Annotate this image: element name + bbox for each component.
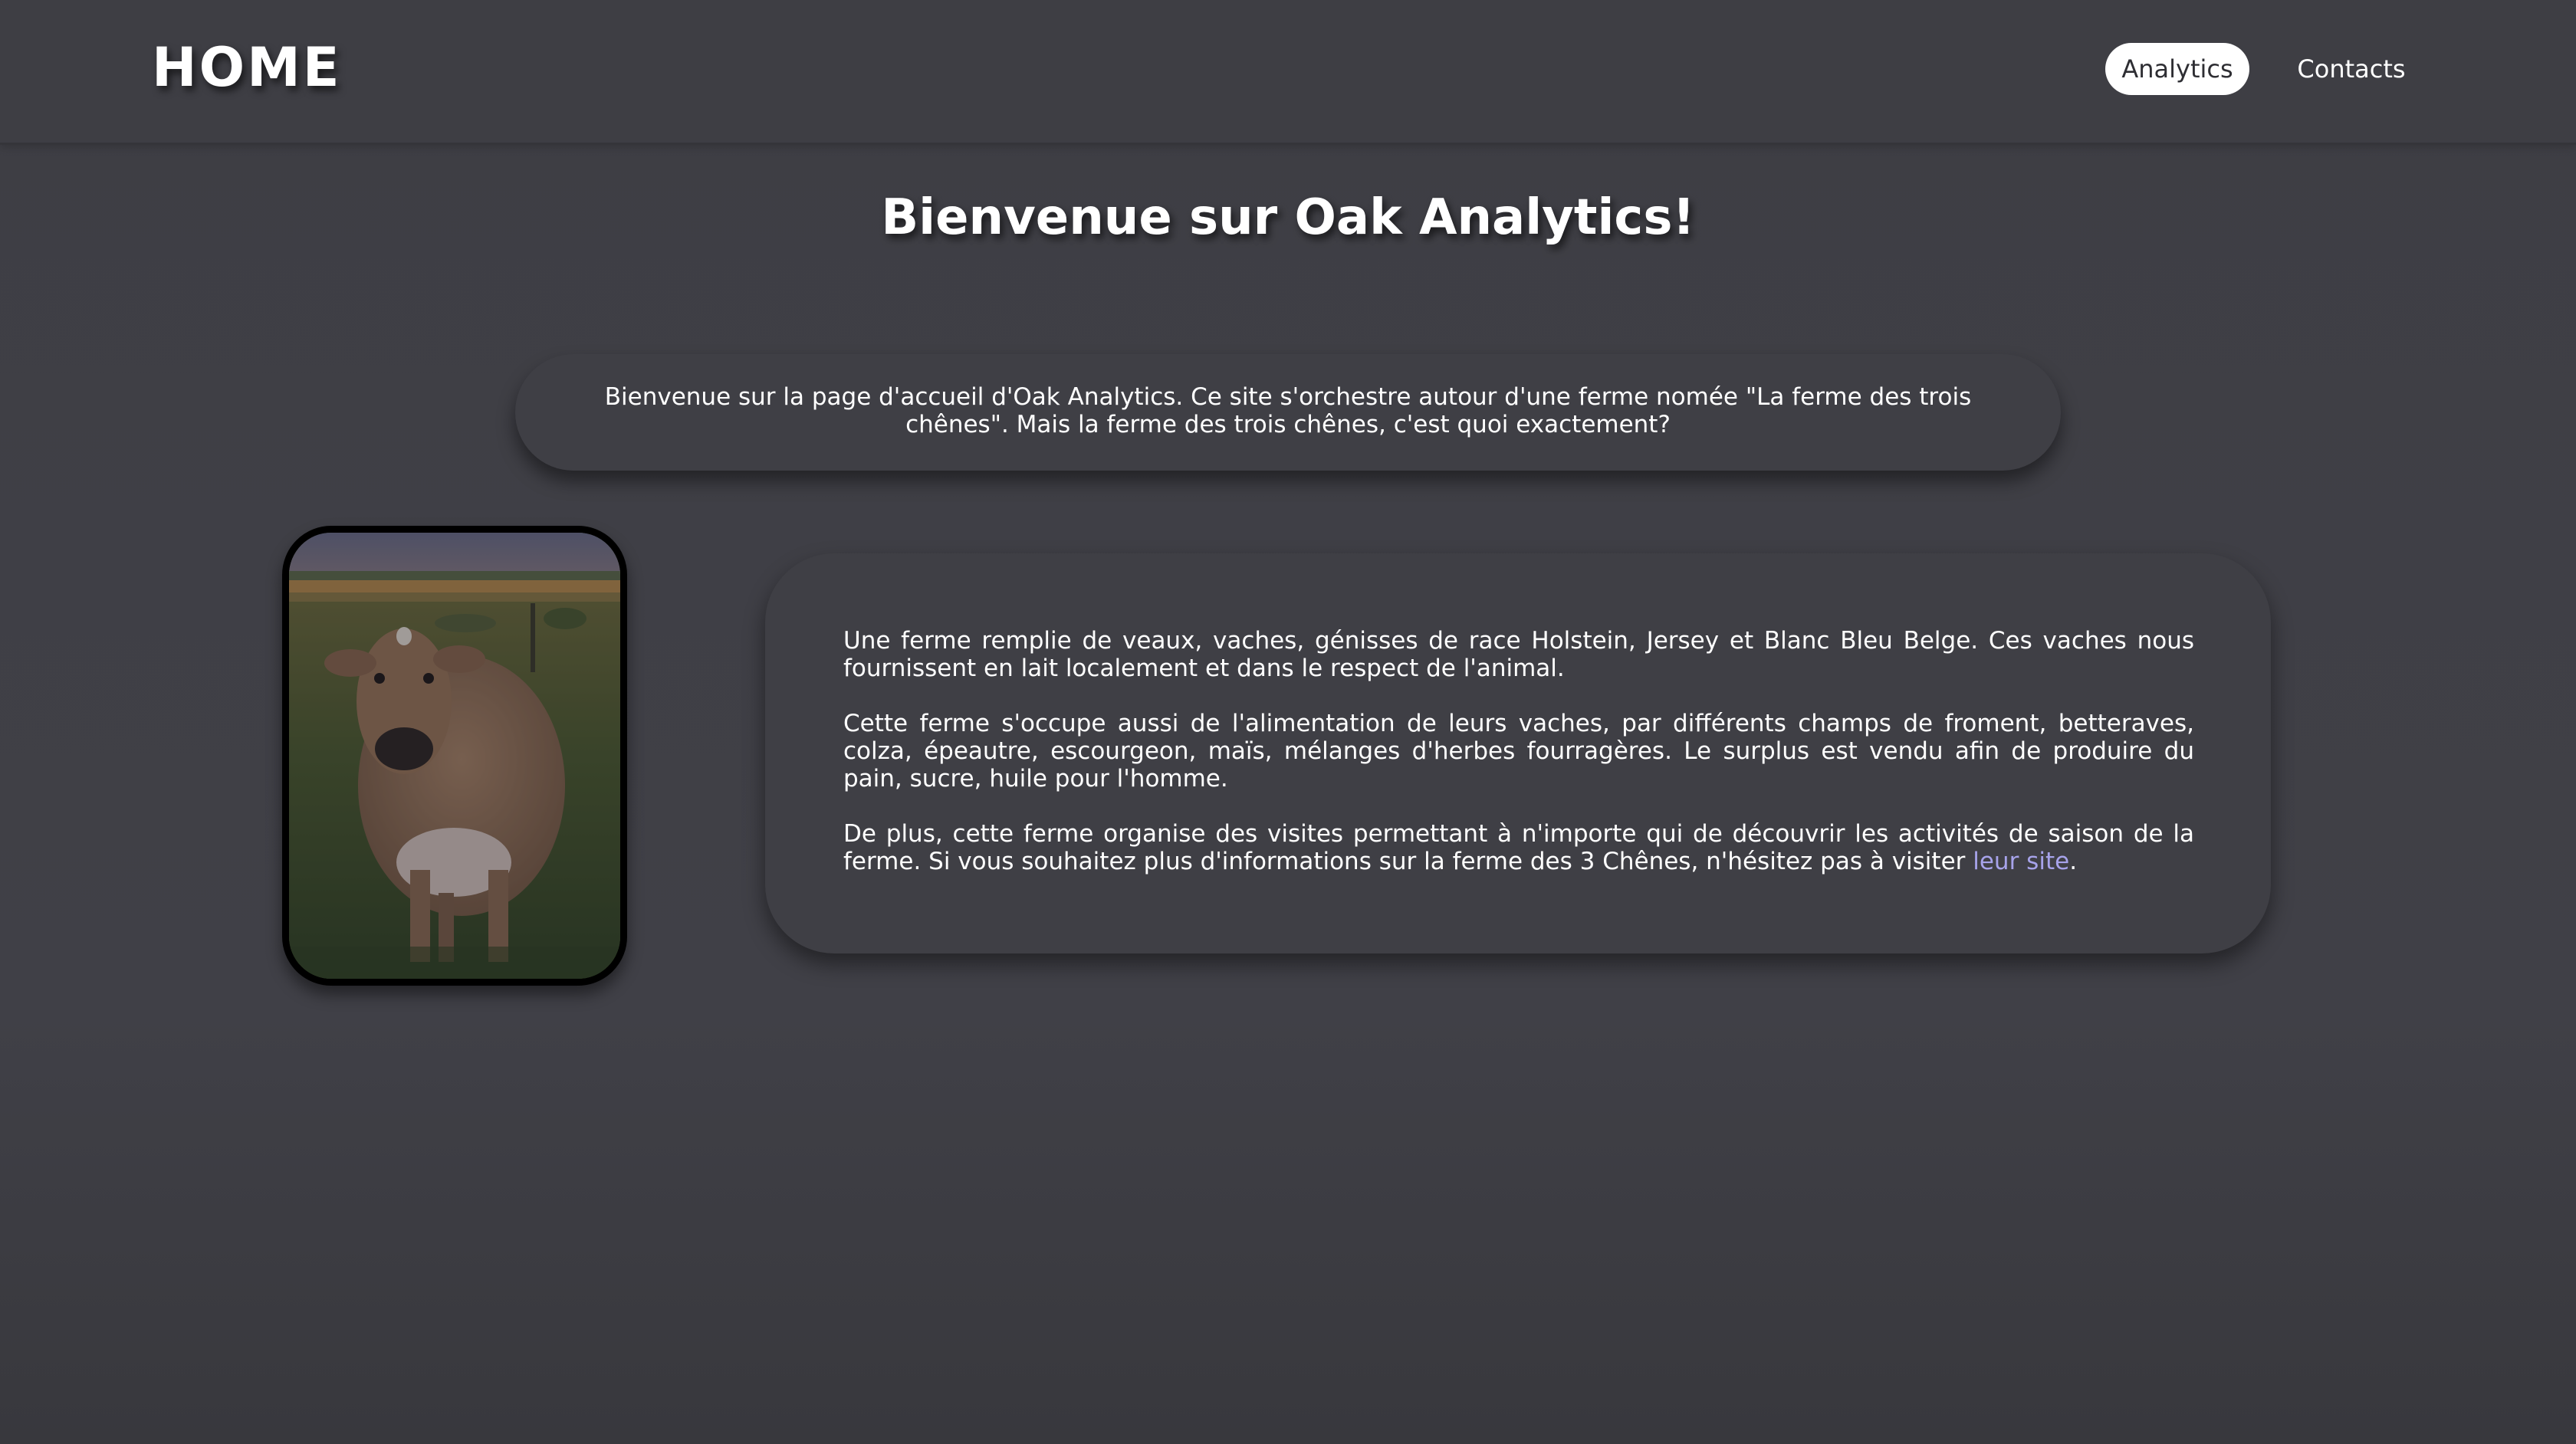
cow-photo xyxy=(282,526,627,986)
nav-contacts-button[interactable]: Contacts xyxy=(2285,43,2418,95)
farm-site-link[interactable]: leur site xyxy=(1973,848,2069,875)
about-paragraph-visits: De plus, cette ferme organise des visite… xyxy=(843,820,2194,875)
visits-text-end: . xyxy=(2069,848,2078,875)
nav-analytics-button[interactable]: Analytics xyxy=(2105,43,2249,95)
intro-card: Bienvenue sur la page d'accueil d'Oak An… xyxy=(515,354,2061,471)
home-brand-link[interactable]: HOME xyxy=(152,31,342,104)
about-paragraph-herd: Une ferme remplie de veaux, vaches, géni… xyxy=(843,627,2194,682)
about-card: Une ferme remplie de veaux, vaches, géni… xyxy=(765,553,2271,953)
intro-text: Bienvenue sur la page d'accueil d'Oak An… xyxy=(604,383,1972,438)
cow-photo-image xyxy=(289,533,620,979)
about-paragraph-crops: Cette ferme s'occupe aussi de l'alimenta… xyxy=(843,710,2194,793)
top-navbar: HOME Analytics Contacts xyxy=(0,0,2576,145)
page-title: Bienvenue sur Oak Analytics! xyxy=(881,189,1695,246)
